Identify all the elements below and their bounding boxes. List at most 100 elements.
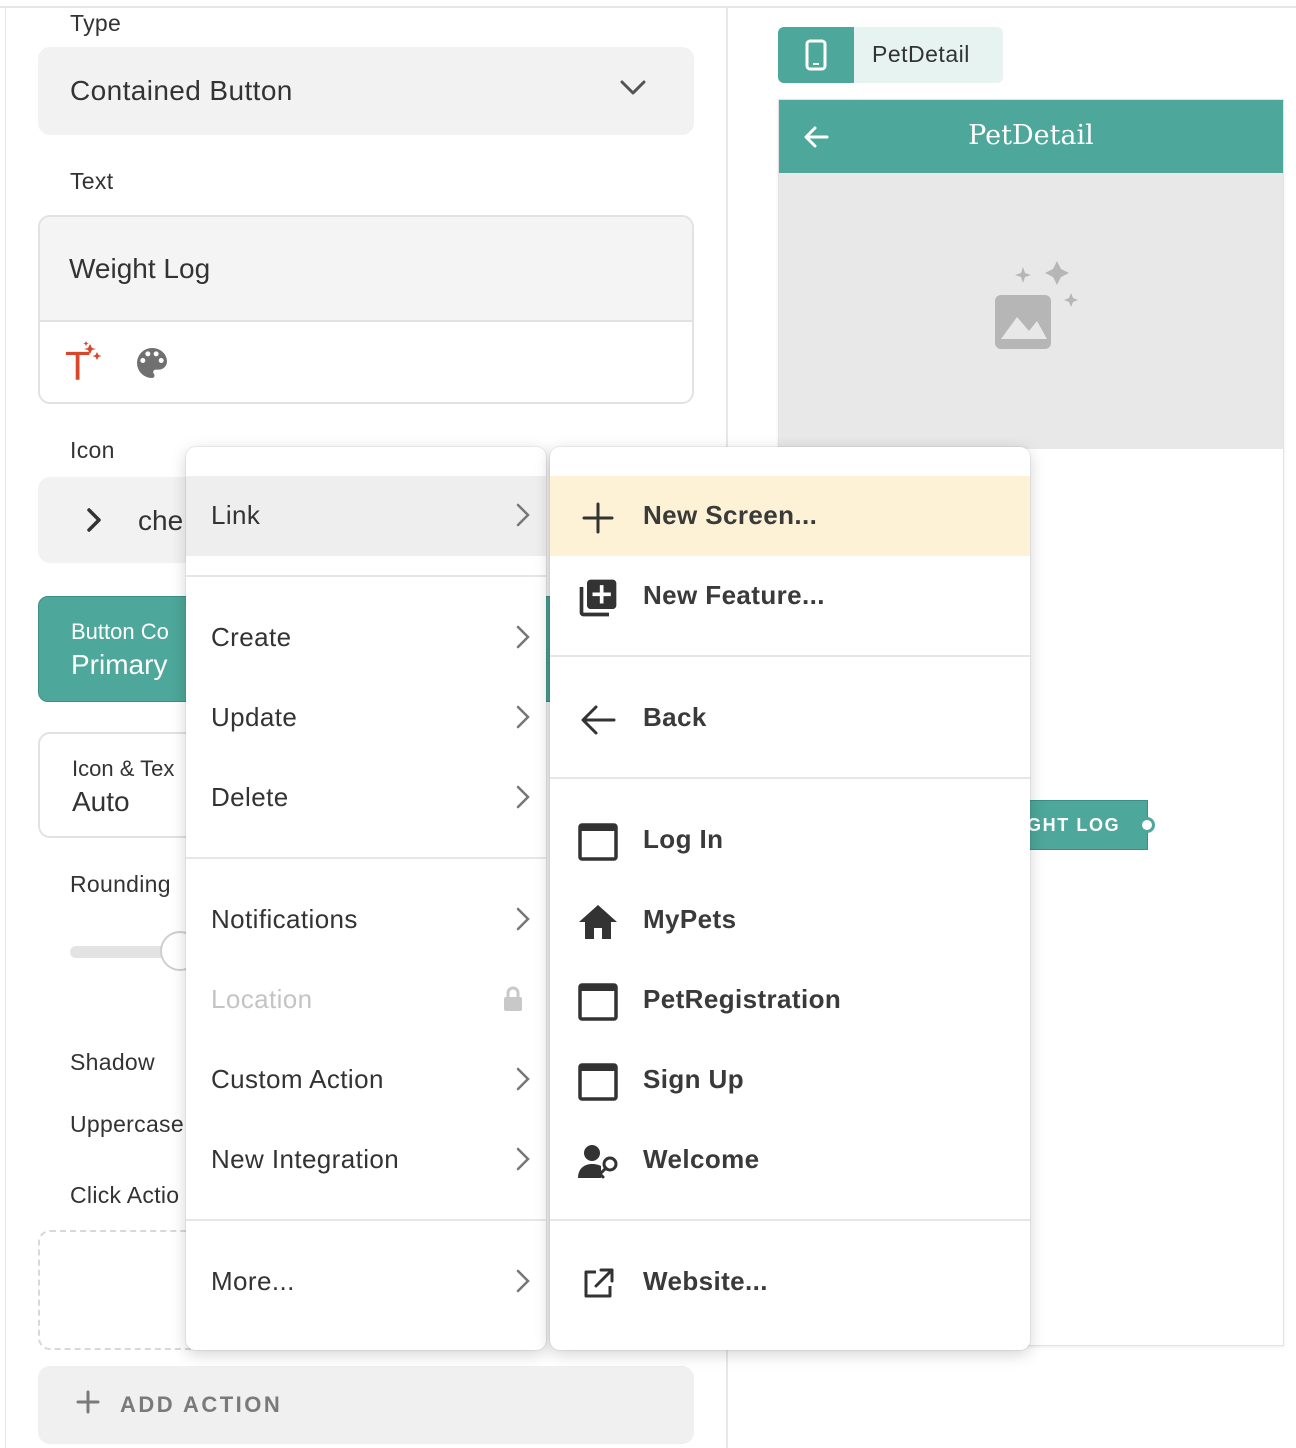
screen-window-icon [576,820,620,864]
arrow-left-icon [576,698,620,742]
link-submenu: New Screen... New Feature... Back Log In… [550,447,1030,1350]
menu-divider [550,777,1030,779]
app-bar: PetDetail [779,100,1283,173]
palette-icon[interactable] [132,343,172,388]
menu-item-label: Notifications [211,904,358,934]
phone-icon-box [778,27,854,83]
button-color-label: Button Co [71,619,169,644]
image-placeholder[interactable] [779,173,1283,449]
chevron-right-icon [516,705,530,734]
shadow-label: Shadow [70,1049,155,1075]
menu-divider [186,1219,546,1221]
menu-item-label: More... [211,1266,295,1296]
menu-divider [550,655,1030,657]
menu-item-label: Link [211,500,261,530]
chevron-right-icon [516,785,530,814]
uppercase-label: Uppercase [70,1111,184,1137]
text-label: Text [70,168,114,194]
action-type-menu: Link Create Update Delete Notifications … [186,447,546,1350]
button-color-value: Primary [71,649,168,680]
menu-item-label: New Integration [211,1144,400,1174]
chevron-right-icon [86,507,102,538]
plus-icon [76,1390,100,1419]
image-sparkle-icon [995,261,1078,349]
menu-item-label: Update [211,702,298,732]
menu-item-new-feature[interactable]: New Feature... [550,556,1030,636]
menu-item-label: Custom Action [211,1064,384,1094]
add-action-label: ADD ACTION [120,1392,283,1417]
menu-item-label: Back [643,702,707,732]
lock-icon [502,986,524,1017]
menu-item-notifications[interactable]: Notifications [186,880,546,960]
type-select[interactable]: Contained Button [38,47,694,135]
menu-item-label: Log In [643,824,724,854]
menu-item-website[interactable]: Website... [550,1242,1030,1322]
chevron-right-icon [516,1269,530,1298]
menu-item-custom-action[interactable]: Custom Action [186,1040,546,1120]
menu-item-petregistration[interactable]: PetRegistration [550,960,1030,1040]
person-key-icon [576,1140,620,1184]
menu-item-update[interactable]: Update [186,678,546,758]
text-input[interactable]: Weight Log [40,217,692,322]
menu-item-new-screen[interactable]: New Screen... [550,476,1030,556]
menu-item-label: New Screen... [643,500,818,530]
menu-item-label: PetRegistration [643,984,842,1014]
screen-window-icon [576,1060,620,1104]
menu-item-location: Location [186,960,546,1040]
magic-text-icon[interactable]: T [64,340,104,389]
menu-item-label: Location [211,984,313,1014]
rounding-label: Rounding [70,871,171,897]
menu-item-label: New Feature... [643,580,825,610]
text-field-group: Weight Log T [38,215,694,404]
weight-log-button-preview[interactable]: GHT LOG [1020,800,1155,850]
external-link-icon [576,1262,620,1306]
menu-item-sign-up[interactable]: Sign Up [550,1040,1030,1120]
phone-icon [805,39,827,71]
icon-label: Icon [70,437,115,463]
menu-item-label: Create [211,622,292,652]
menu-item-create[interactable]: Create [186,598,546,678]
plus-icon [576,496,620,540]
top-divider [0,0,1296,8]
type-select-value: Contained Button [70,75,293,106]
menu-divider [186,575,546,577]
menu-item-welcome[interactable]: Welcome [550,1120,1030,1200]
link-handle[interactable] [1139,817,1155,833]
text-input-value: Weight Log [69,253,211,284]
type-label: Type [70,10,122,36]
chevron-right-icon [516,1147,530,1176]
icon-text-value: Auto [72,786,130,817]
icon-text-label: Icon & Tex [72,756,175,781]
menu-item-label: Delete [211,782,289,812]
menu-item-label: MyPets [643,904,737,934]
chevron-right-icon [516,503,530,532]
library-add-icon [576,576,620,620]
panel-edge [0,0,6,1448]
weight-log-button-text: GHT LOG [1027,815,1121,835]
chevron-right-icon [516,1067,530,1096]
app-bar-title: PetDetail [968,120,1094,151]
menu-item-label: Sign Up [643,1064,745,1094]
click-action-label: Click Actio [70,1182,180,1208]
menu-item-mypets[interactable]: MyPets [550,880,1030,960]
screen-tab[interactable]: PetDetail [778,27,1003,83]
menu-item-log-in[interactable]: Log In [550,800,1030,880]
chevron-right-icon [516,907,530,936]
icon-select-value: che [138,505,184,536]
menu-item-label: Welcome [643,1144,760,1174]
home-icon [576,900,620,944]
menu-item-delete[interactable]: Delete [186,758,546,838]
menu-item-link[interactable]: Link [186,476,546,556]
menu-item-new-integration[interactable]: New Integration [186,1120,546,1200]
menu-item-back[interactable]: Back [550,678,1030,758]
svg-text:T: T [65,345,90,384]
menu-divider [186,857,546,859]
menu-item-more[interactable]: More... [186,1242,546,1322]
chevron-down-icon [620,79,646,102]
chevron-right-icon [516,625,530,654]
menu-item-label: Website... [643,1266,768,1296]
menu-divider [550,1219,1030,1221]
screen-window-icon [576,980,620,1024]
screen-tab-name: PetDetail [872,41,970,67]
add-action-button[interactable]: ADD ACTION [38,1366,694,1444]
